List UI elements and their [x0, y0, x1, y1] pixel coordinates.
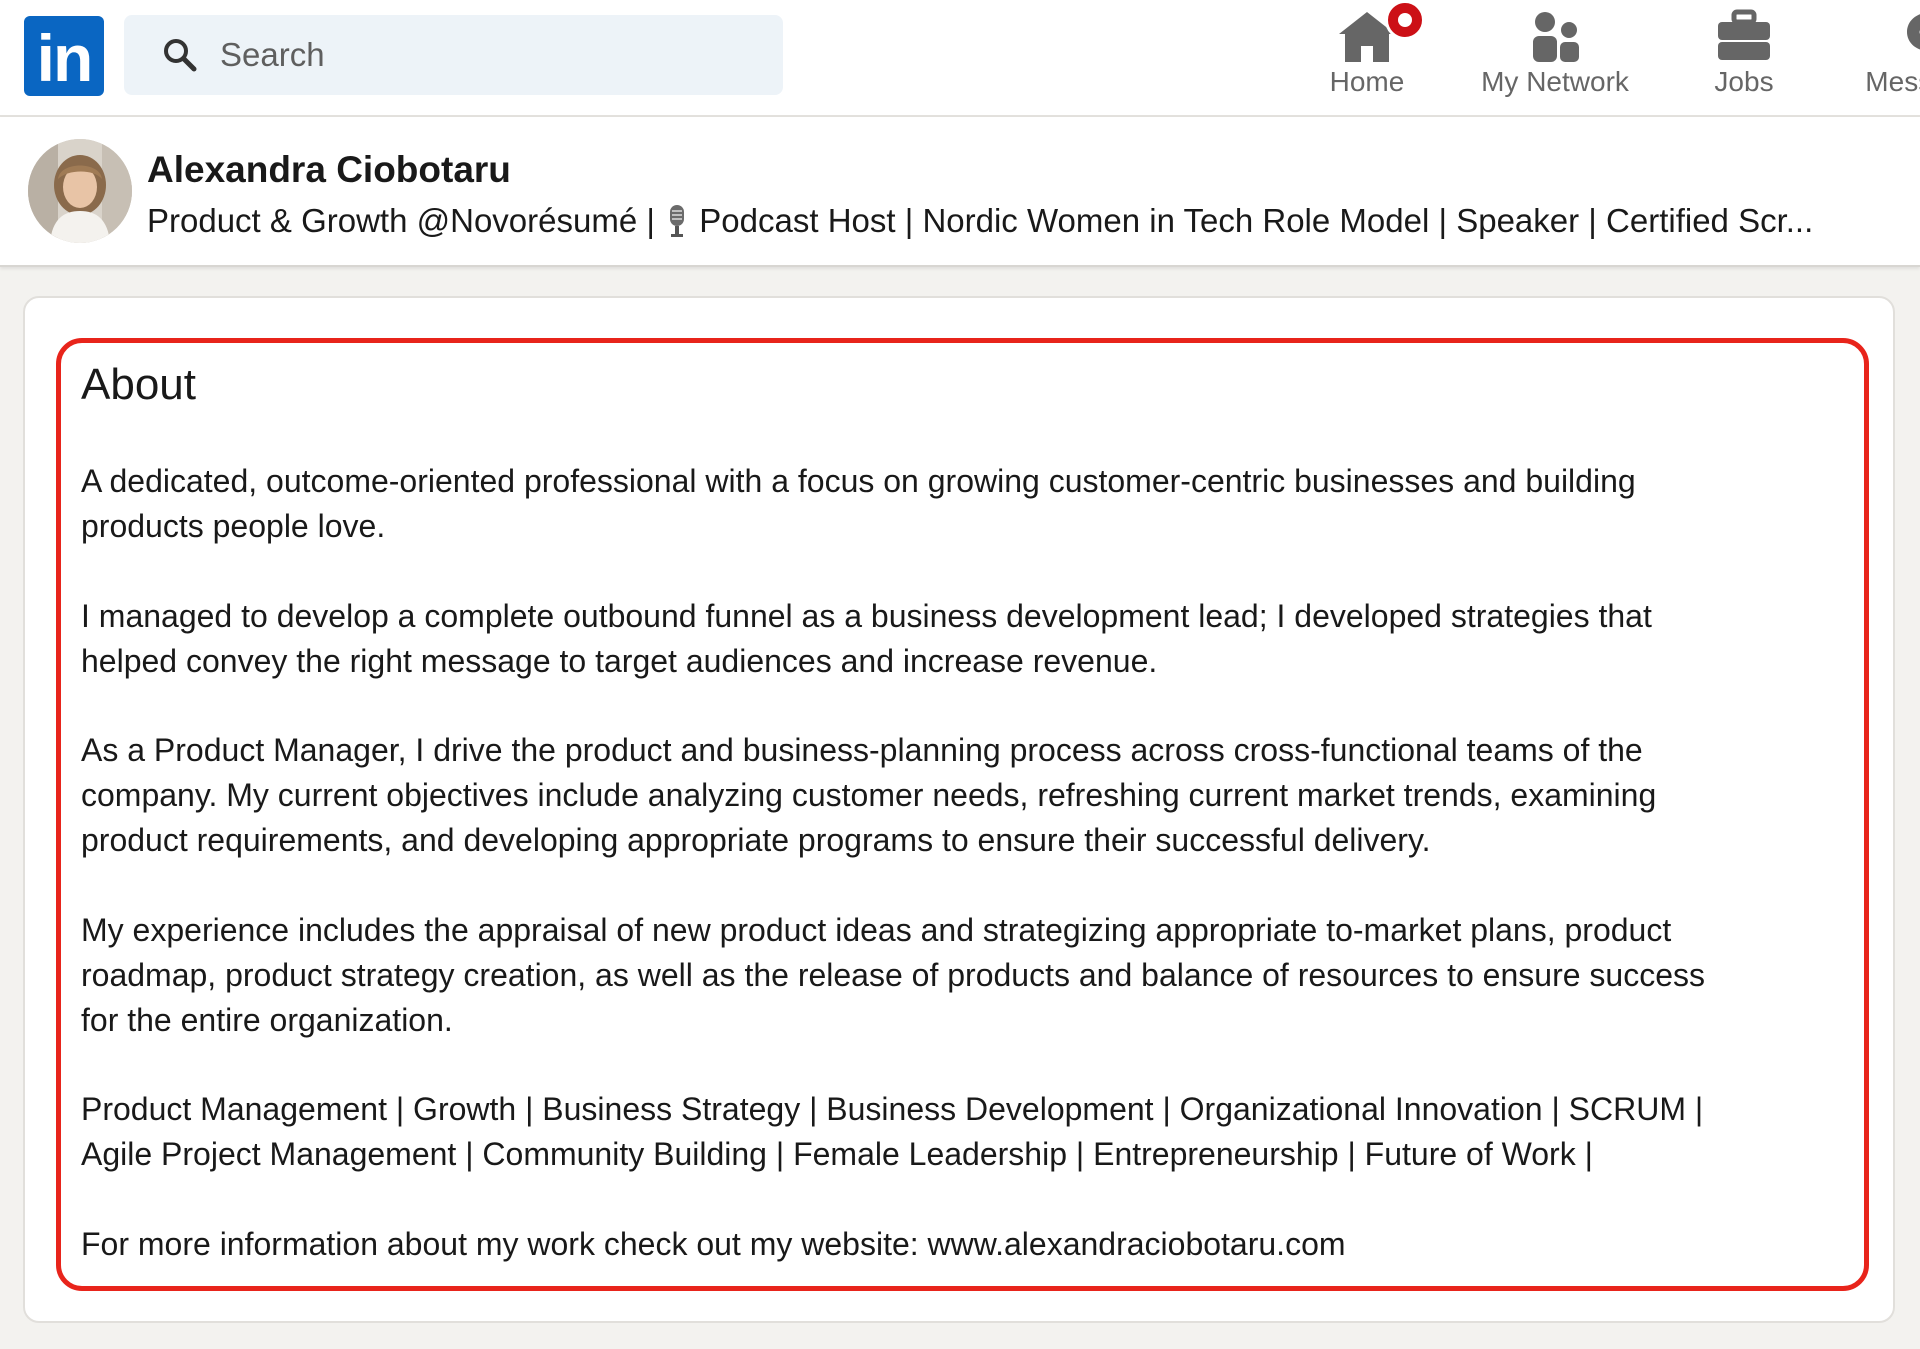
about-line: Agile Project Management | Community Bui…: [81, 1136, 1593, 1172]
about-line: helped convey the right message to targe…: [81, 643, 1158, 679]
about-line: products people love.: [81, 508, 386, 544]
nav-jobs[interactable]: Jobs: [1644, 0, 1844, 112]
search-bar[interactable]: [124, 15, 783, 95]
about-line: My experience includes the appraisal of …: [81, 912, 1672, 948]
search-icon: [160, 35, 200, 75]
about-line: company. My current objectives include a…: [81, 777, 1657, 813]
nav-my-network-label: My Network: [1481, 66, 1629, 97]
headline-part-2: Podcast Host | Nordic Women in Tech Role…: [699, 202, 1814, 239]
network-icon: [1523, 8, 1587, 64]
avatar[interactable]: [28, 139, 132, 243]
nav-my-network[interactable]: My Network: [1455, 0, 1655, 112]
about-line: As a Product Manager, I drive the produc…: [81, 732, 1643, 768]
nav-messaging[interactable]: Messaging: [1833, 0, 1920, 112]
about-paragraph-1: A dedicated, outcome-oriented profession…: [81, 459, 1871, 549]
microphone-icon: [666, 204, 688, 238]
linkedin-logo[interactable]: in: [24, 16, 104, 96]
about-paragraph-3: As a Product Manager, I drive the produc…: [81, 728, 1871, 863]
nav-jobs-label: Jobs: [1714, 66, 1774, 97]
profile-header: Alexandra Ciobotaru Product & Growth @No…: [0, 117, 1920, 267]
top-navigation: in Home: [0, 0, 1920, 117]
messaging-icon: [1901, 8, 1920, 64]
about-line: For more information about my work check…: [81, 1226, 1346, 1262]
about-line: roadmap, product strategy creation, as w…: [81, 957, 1705, 993]
about-website-line: For more information about my work check…: [81, 1222, 1871, 1267]
briefcase-icon: [1712, 8, 1776, 64]
headline-part-1: Product & Growth @Novorésumé |: [147, 202, 655, 239]
nav-messaging-label: Messaging: [1865, 66, 1920, 97]
about-line: I managed to develop a complete outbound…: [81, 598, 1652, 634]
about-line: Product Management | Growth | Business S…: [81, 1091, 1704, 1127]
about-line: for the entire organization.: [81, 1002, 453, 1038]
profile-headline: Product & Growth @Novorésumé | Podcast H…: [147, 202, 1877, 240]
profile-name: Alexandra Ciobotaru: [147, 149, 511, 190]
nav-home[interactable]: Home: [1267, 0, 1467, 112]
nav-home-label: Home: [1329, 66, 1405, 97]
about-paragraph-2: I managed to develop a complete outbound…: [81, 594, 1871, 684]
about-title: About: [81, 360, 196, 409]
search-input[interactable]: [220, 36, 720, 74]
about-line: product requirements, and developing app…: [81, 822, 1431, 858]
about-line: A dedicated, outcome-oriented profession…: [81, 463, 1636, 499]
about-paragraph-4: My experience includes the appraisal of …: [81, 908, 1871, 1043]
about-skills: Product Management | Growth | Business S…: [81, 1087, 1871, 1177]
logo-text: in: [36, 21, 94, 95]
notification-badge: [1385, 0, 1425, 40]
